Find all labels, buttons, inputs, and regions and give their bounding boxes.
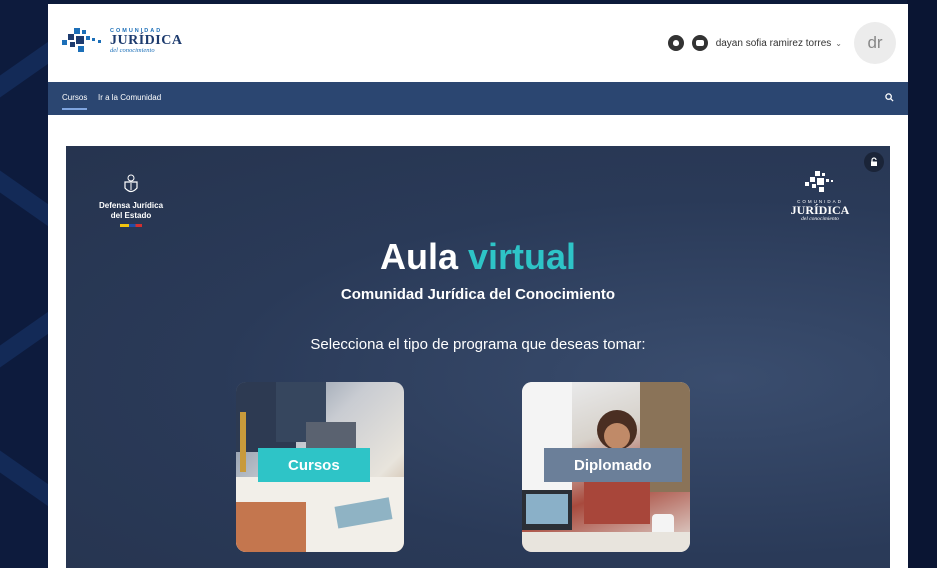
user-area: dayan sofia ramirez torres ⌄ dr xyxy=(667,22,896,64)
nav-item-comunidad[interactable]: Ir a la Comunidad xyxy=(98,93,161,102)
logo-main-text: JURÍDICA xyxy=(110,33,183,48)
aula-virtual-banner: Defensa Jurídica del Estado COMUNIDAD JU… xyxy=(66,146,890,568)
nav-item-cursos[interactable]: Cursos xyxy=(62,93,88,110)
title-aula: Aula xyxy=(379,236,458,277)
shield-emblem-icon xyxy=(124,174,138,193)
flag-stripe xyxy=(120,224,142,227)
background-left xyxy=(0,0,48,568)
header: COMUNIDAD JURÍDICA del conocimiento daya… xyxy=(48,4,908,82)
lock-icon[interactable] xyxy=(864,152,884,172)
background-right xyxy=(907,0,937,568)
page: COMUNIDAD JURÍDICA del conocimiento daya… xyxy=(48,4,908,568)
chat-icon[interactable] xyxy=(691,35,708,51)
diplomado-button[interactable]: Diplomado xyxy=(544,448,682,482)
navbar: Cursos Ir a la Comunidad xyxy=(48,82,908,115)
page-subtitle: Comunidad Jurídica del Conocimiento xyxy=(340,286,616,303)
cursos-card[interactable]: Cursos xyxy=(236,382,404,552)
logo-pixel-icon xyxy=(805,171,833,192)
logo-sub-text: del conocimiento xyxy=(110,47,155,54)
comunidad-juridica-logo: COMUNIDAD JURÍDICA del conocimiento xyxy=(790,170,850,222)
defensa-line-1: Defensa Jurídica xyxy=(98,201,164,210)
cursos-button[interactable]: Cursos xyxy=(258,448,370,482)
search-icon[interactable] xyxy=(885,93,894,102)
program-prompt: Selecciona el tipo de programa que desea… xyxy=(310,336,646,353)
site-logo[interactable]: COMUNIDAD JURÍDICA del conocimiento xyxy=(60,26,182,62)
diplomado-card[interactable]: Diplomado xyxy=(522,382,690,552)
user-name[interactable]: dayan sofia ramirez torres xyxy=(716,38,832,49)
avatar[interactable]: dr xyxy=(854,22,896,64)
logo-pixel-icon xyxy=(62,28,101,52)
defensa-line-2: del Estado xyxy=(110,211,152,220)
defensa-juridica-logo: Defensa Jurídica del Estado xyxy=(90,174,172,227)
notification-bell-icon[interactable] xyxy=(667,35,684,51)
chevron-down-icon[interactable]: ⌄ xyxy=(835,39,842,48)
cj-logo-main: JURÍDICA xyxy=(790,203,850,217)
page-title: Aula virtual xyxy=(66,236,890,278)
title-virtual: virtual xyxy=(467,236,577,277)
